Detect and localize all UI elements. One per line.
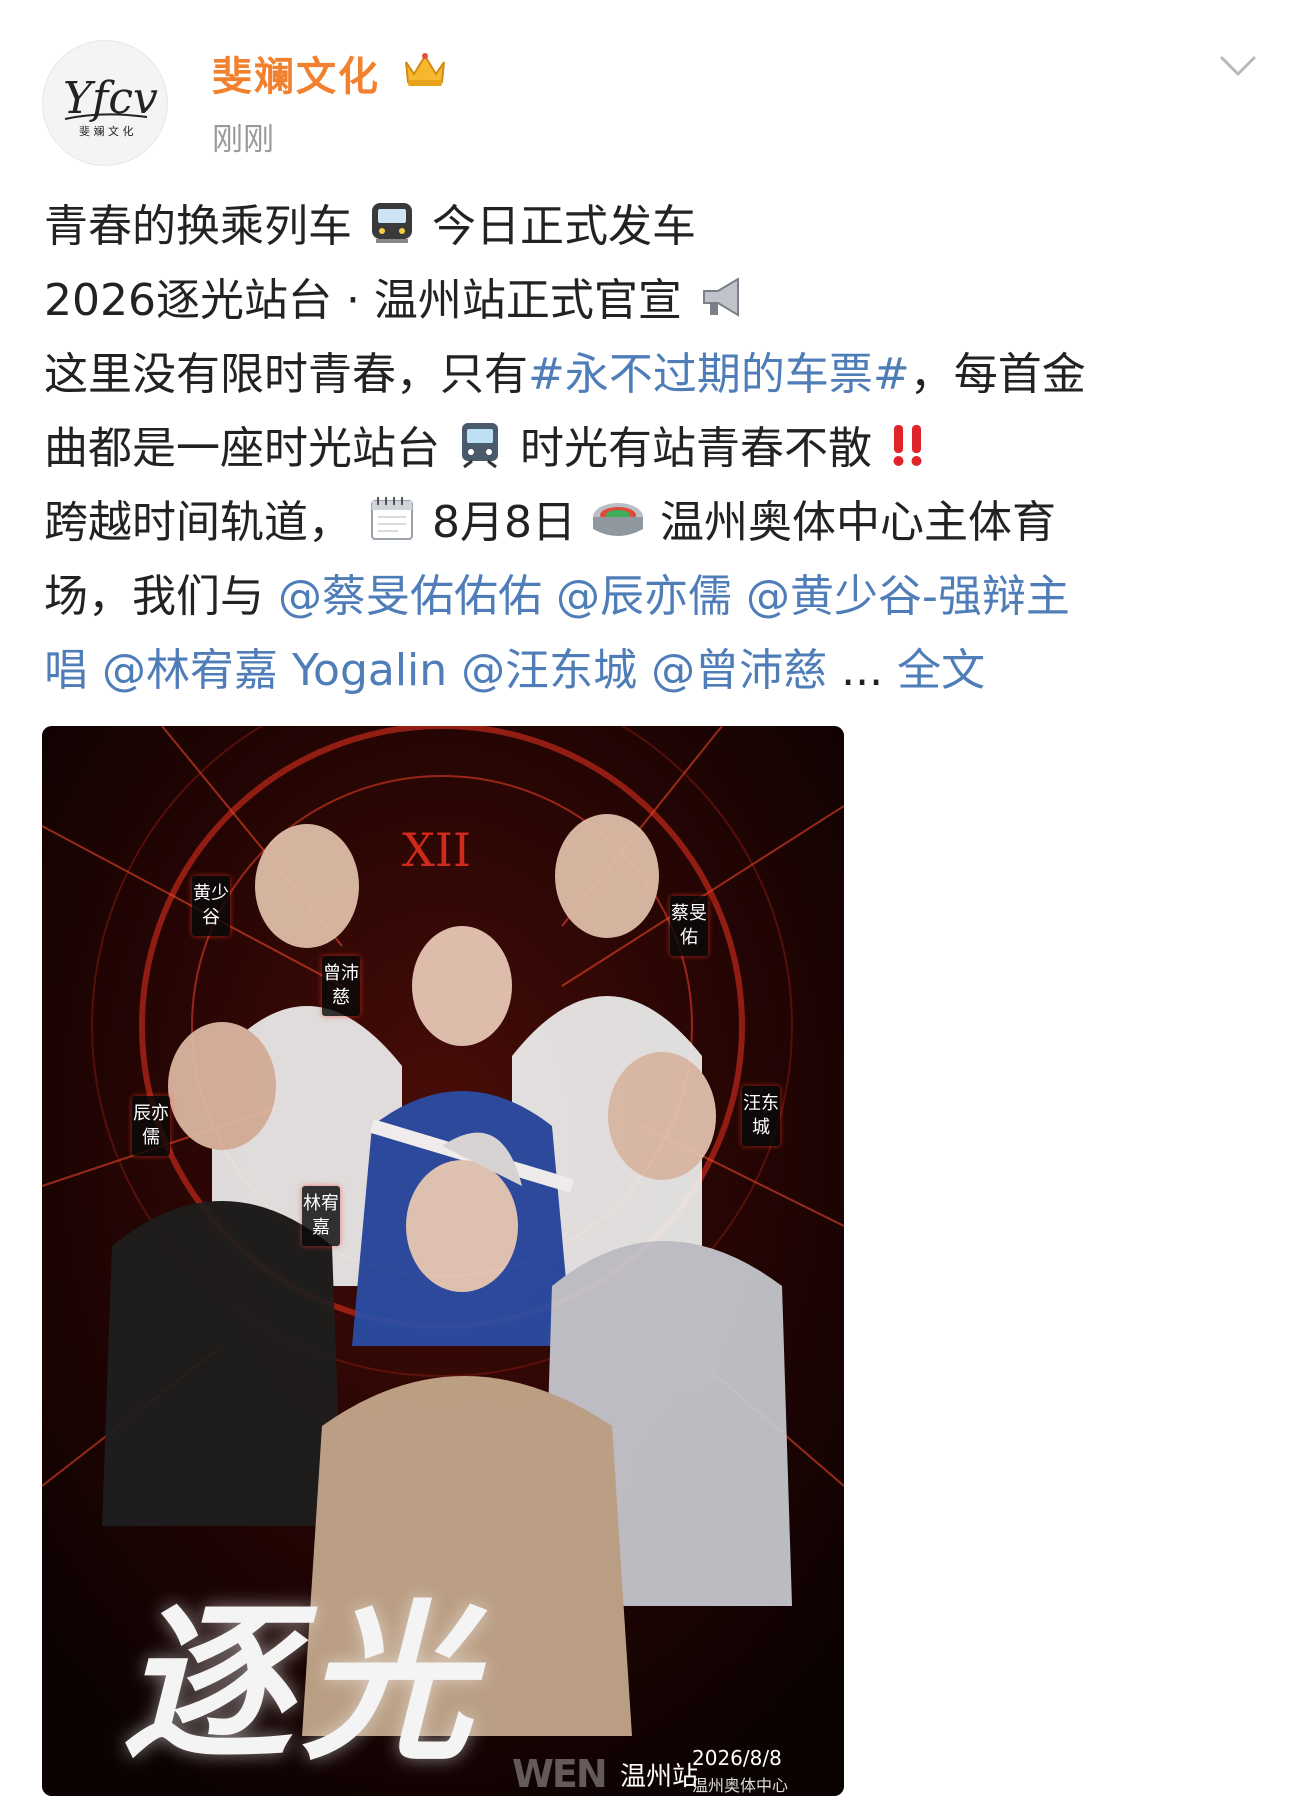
text-span: 2026逐光站台 · 温州站正式官宣 (44, 275, 682, 326)
poster-name-tag: 黄少谷 (192, 876, 230, 936)
hashtag-link[interactable]: #永不过期的车票# (528, 349, 910, 400)
double-exclamation-icon (893, 425, 922, 466)
post-time: 刚刚 (212, 122, 274, 158)
poster-name-tag: 蔡旻佑 (670, 896, 708, 956)
post-line-1: 青春的换乘列车 今日正式发车 (44, 190, 1254, 264)
post-line-3: 这里没有限时青春，只有#永不过期的车票#，每首金 (44, 338, 1254, 412)
poster-name-tag: 林宥嘉 (302, 1186, 340, 1246)
stadium-icon (593, 503, 643, 536)
mention-link[interactable]: @辰亦儒 (556, 571, 732, 622)
post-line-2: 2026逐光站台 · 温州站正式官宣 (44, 264, 1254, 338)
mention-link[interactable]: @曾沛慈 (651, 645, 827, 696)
post-line-5: 跨越时间轨道， 8月8日 温州奥体中心主体育 (44, 486, 1254, 560)
calendar-icon (371, 497, 413, 540)
poster-station: 温州站 (620, 1762, 699, 1792)
text-span: 青春的换乘列车 (44, 201, 352, 252)
post-line-6: 场，我们与 @蔡旻佑佑佑 @辰亦儒 @黄少谷-强辩主 (44, 560, 1254, 634)
post-image-poster[interactable]: XII 黄少谷 蔡旻佑 曾沛慈 辰亦儒 汪东城 林宥嘉 逐光 WEN 温州站 2… (42, 726, 844, 1796)
mention-link[interactable]: @蔡旻佑佑佑 (278, 571, 542, 622)
ellipsis-text: ... (841, 645, 884, 696)
poster-name-tag: 辰亦儒 (132, 1096, 170, 1156)
metro-emoji-icon (372, 203, 412, 243)
chevron-down-icon[interactable] (1218, 52, 1258, 80)
poster-title: 逐光 (122, 1584, 483, 1784)
vip-crown-icon (405, 53, 445, 86)
account-name[interactable]: 斐斓文化 (212, 44, 380, 102)
text-span: 跨越时间轨道， (44, 497, 352, 548)
svg-text:XII: XII (402, 823, 471, 877)
text-span: 曲都是一座时光站台 (44, 423, 440, 474)
post-line-4: 曲都是一座时光站台 时光有站青春不散 (44, 412, 1254, 486)
text-span: 8月8日 (432, 497, 576, 548)
text-span: 场，我们与 (44, 571, 278, 622)
text-span: ，每首金 (909, 349, 1086, 400)
mention-link[interactable]: @黄少谷-强辩主 (746, 571, 1070, 622)
poster-venue: 温州奥体中心 (692, 1776, 789, 1795)
post-line-7: 唱 @林宥嘉 Yogalin @汪东城 @曾沛慈 ... 全文 (44, 634, 1254, 708)
mention-link[interactable]: @汪东城 (461, 645, 637, 696)
post-text: 青春的换乘列车 今日正式发车 2026逐光站台 · 温州站正式官宣 这里没有限时… (44, 190, 1254, 708)
poster-date: 2026/8/8 (692, 1746, 782, 1770)
text-span: 这里没有限时青春，只有 (44, 349, 528, 400)
account-avatar[interactable]: Yfcv 斐 斓 文 化 (42, 40, 168, 166)
mention-link[interactable]: 唱 (44, 645, 88, 696)
loudspeaker-icon (702, 277, 739, 317)
poster-name-tag: 曾沛慈 (322, 956, 360, 1016)
text-span: 今日正式发车 (432, 201, 696, 252)
expand-full-text-link[interactable]: 全文 (897, 645, 985, 696)
text-span: 温州奥体中心主体育 (660, 497, 1056, 548)
text-span: 时光有站青春不散 (520, 423, 872, 474)
train-icon (462, 423, 498, 469)
post-header: Yfcv 斐 斓 文 化 斐斓文化 刚刚 (0, 0, 1290, 170)
mention-link[interactable]: @林宥嘉 Yogalin (102, 645, 447, 696)
svg-text:斐 斓 文 化: 斐 斓 文 化 (79, 124, 134, 138)
poster-name-tag: 汪东城 (742, 1086, 780, 1146)
brand-logo-icon: Yfcv 斐 斓 文 化 (63, 73, 158, 138)
poster-brand-logo: WEN (512, 1752, 608, 1796)
